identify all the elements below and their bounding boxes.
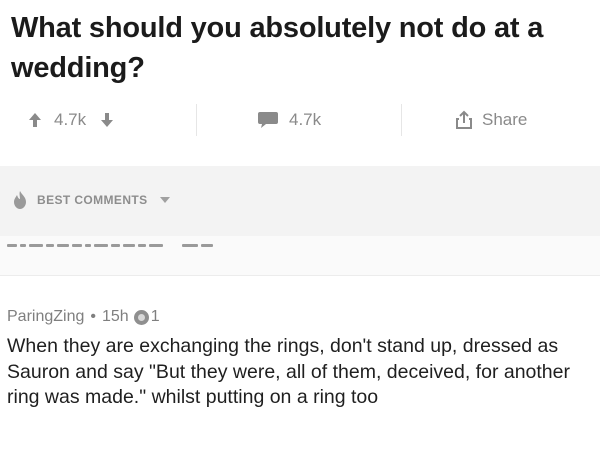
award-count: 1 — [150, 308, 160, 325]
arrow-down-icon — [101, 113, 114, 127]
sort-label: BEST COMMENTS — [37, 193, 148, 207]
cut-off-text — [7, 244, 267, 248]
comment-sort-bar: BEST COMMENTS — [0, 166, 600, 236]
arrow-up-icon — [29, 113, 41, 127]
upvote-count: 4.7k — [54, 110, 87, 129]
meta-separator: • — [90, 308, 96, 325]
award-icon — [133, 309, 149, 325]
comment: ParingZing • 15h 1 When they are exchang… — [0, 276, 600, 467]
caret-down-icon — [159, 197, 170, 203]
flame-icon — [14, 191, 26, 209]
comments-button[interactable]: 4.7k — [257, 100, 321, 140]
downvote-button[interactable] — [100, 112, 114, 128]
upvote-button[interactable] — [28, 112, 42, 128]
share-button[interactable]: Share — [455, 100, 527, 140]
post-action-bar: 4.7k 4.7k Share — [0, 100, 600, 140]
comment-count: 4.7k — [289, 110, 322, 129]
post-title: What should you absolutely not do at a w… — [11, 12, 544, 84]
comment-body: When they are exchanging the rings, don'… — [7, 335, 570, 408]
comment-author[interactable]: ParingZing — [7, 308, 84, 326]
share-label: Share — [482, 110, 528, 129]
share-icon — [456, 110, 472, 129]
sort-dropdown[interactable]: BEST COMMENTS — [11, 190, 170, 210]
comment-meta: ParingZing • 15h 1 — [7, 308, 160, 326]
award-badge[interactable]: 1 — [133, 308, 160, 326]
speech-bubble-icon — [258, 112, 278, 128]
collapsed-comment[interactable] — [0, 236, 600, 276]
comment-age: 15h — [101, 308, 129, 325]
vote-group: 4.7k — [28, 100, 114, 140]
action-divider — [401, 104, 402, 136]
action-divider — [196, 104, 197, 136]
